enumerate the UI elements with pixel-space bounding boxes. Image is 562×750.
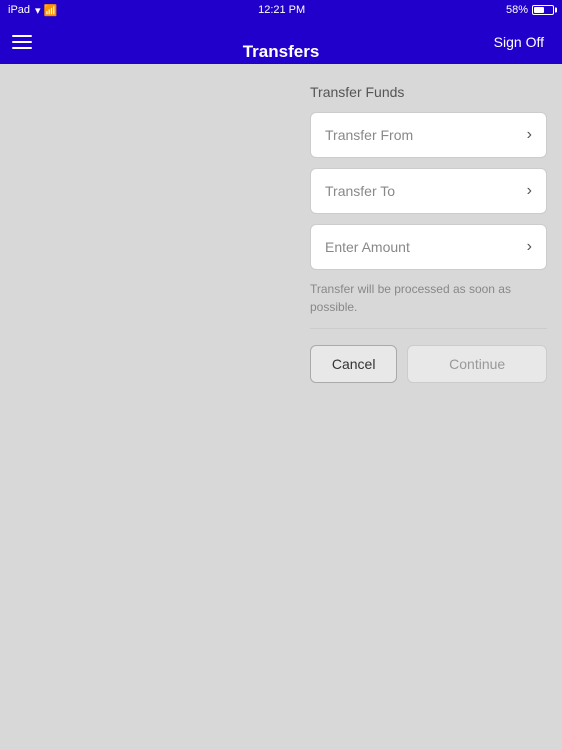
status-bar: iPad ▾ 📶 12:21 PM 58% — [0, 0, 562, 20]
continue-button[interactable]: Continue — [407, 345, 547, 383]
button-row: Cancel Continue — [310, 345, 547, 383]
transfer-to-chevron-icon: › — [527, 182, 532, 200]
sign-off-button[interactable]: Sign Off — [488, 30, 550, 54]
cancel-button[interactable]: Cancel — [310, 345, 397, 383]
enter-amount-card: Enter Amount › — [310, 224, 547, 270]
transfer-from-chevron-icon: › — [527, 126, 532, 144]
transfer-to-row[interactable]: Transfer To › — [311, 169, 546, 213]
transfer-from-label: Transfer From — [325, 127, 413, 143]
device-label: iPad — [8, 4, 30, 16]
status-bar-right: 58% — [506, 4, 554, 16]
enter-amount-chevron-icon: › — [527, 238, 532, 256]
status-bar-left: iPad ▾ 📶 — [8, 4, 57, 17]
hamburger-menu-icon[interactable] — [12, 35, 32, 49]
transfer-from-row[interactable]: Transfer From › — [311, 113, 546, 157]
nav-bar: Transfers Sign Off — [0, 20, 562, 64]
transfer-to-card: Transfer To › — [310, 168, 547, 214]
transfer-from-card: Transfer From › — [310, 112, 547, 158]
time-label: 12:21 PM — [258, 4, 305, 16]
info-text: Transfer will be processed as soon as po… — [310, 280, 547, 316]
main-content: Transfer Funds Transfer From › Transfer … — [0, 64, 562, 750]
battery-fill — [534, 7, 544, 13]
transfer-to-label: Transfer To — [325, 183, 395, 199]
divider — [310, 328, 547, 329]
battery-percent: 58% — [506, 4, 528, 16]
battery-icon — [532, 5, 554, 15]
enter-amount-label: Enter Amount — [325, 239, 410, 255]
right-panel: Transfer Funds Transfer From › Transfer … — [295, 64, 562, 750]
wifi-icon: ▾ 📶 — [35, 4, 57, 17]
enter-amount-row[interactable]: Enter Amount › — [311, 225, 546, 269]
nav-bar-title: Transfers — [243, 42, 320, 62]
section-title: Transfer Funds — [310, 84, 547, 100]
left-panel — [0, 64, 295, 750]
